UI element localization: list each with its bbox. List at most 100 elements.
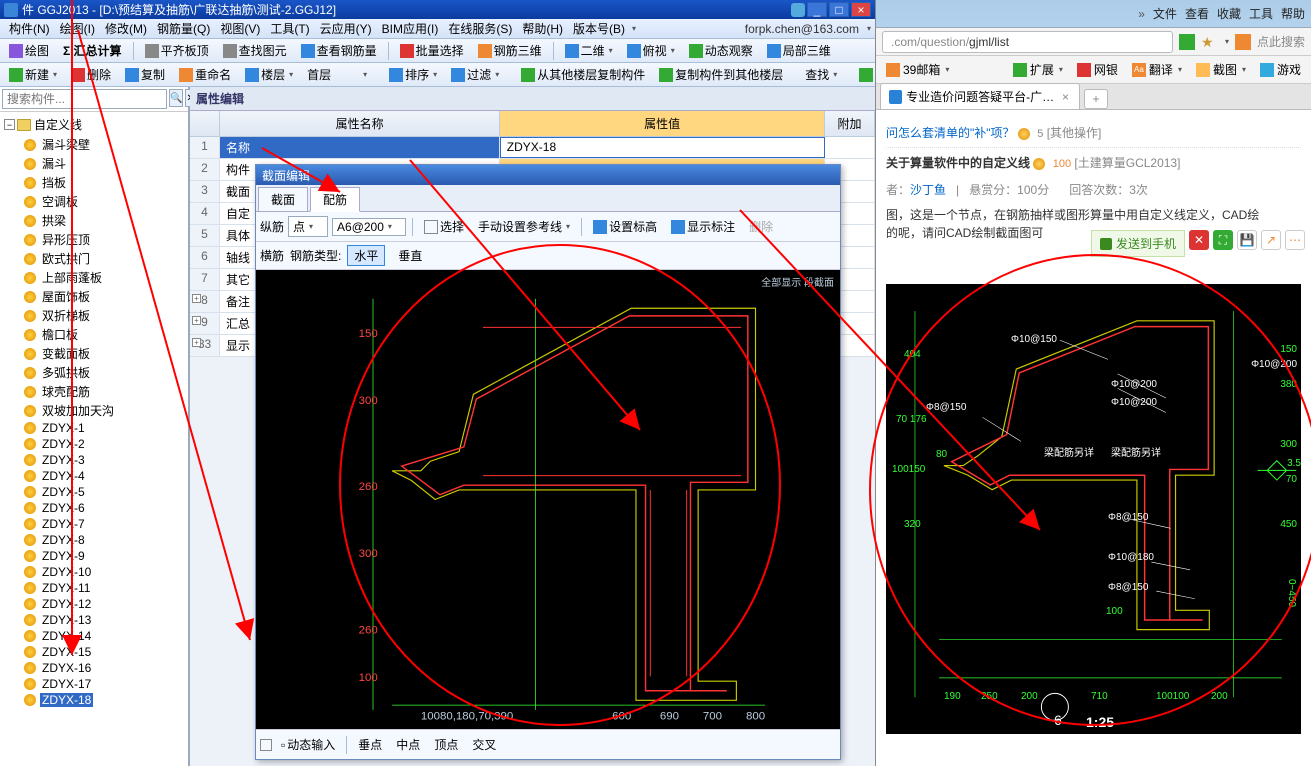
tree-item[interactable]: 双坡加加天沟 — [22, 401, 186, 420]
tb-delete[interactable]: 删除 — [66, 63, 116, 86]
tree-item[interactable]: ZDYX-16 — [22, 660, 186, 676]
tb-local-3d[interactable]: 局部三维 — [762, 39, 836, 62]
search-input[interactable] — [2, 89, 167, 109]
tb-new[interactable]: 新建▾ — [4, 63, 62, 86]
tb-2d[interactable]: 二维▾ — [560, 39, 618, 62]
ext-mail[interactable]: 39邮箱▾ — [882, 59, 953, 80]
rebar-spec-select[interactable]: A6@200▾ — [332, 218, 406, 236]
action-close[interactable]: ✕ — [1189, 230, 1209, 250]
address-bar[interactable]: .com/question/gjml/list — [882, 31, 1173, 53]
tb-rebar-qty[interactable]: 查看钢筋量 — [296, 39, 382, 62]
tb-move-up[interactable]: 上移 — [854, 63, 875, 86]
tb-rebar-3d[interactable]: 钢筋三维 — [473, 39, 547, 62]
tree-item[interactable]: ZDYX-12 — [22, 596, 186, 612]
ext-translate[interactable]: Aa翻译▾ — [1128, 59, 1186, 80]
action-save[interactable]: 💾 — [1237, 230, 1257, 250]
star-icon[interactable]: ★ — [1201, 34, 1217, 50]
tab-rebar[interactable]: 配筋 — [310, 187, 360, 212]
tree-item[interactable]: 漏斗梁壁 — [22, 135, 186, 154]
browser-tab[interactable]: 专业造价问题答疑平台-广联达 × — [880, 83, 1080, 109]
manual-ref-line[interactable]: 手动设置参考线▾ — [473, 215, 575, 238]
prop-value[interactable]: ZDYX-18 — [500, 137, 825, 158]
tree-item[interactable]: 变截面板 — [22, 344, 186, 363]
tree-item[interactable]: 球壳配筋 — [22, 382, 186, 401]
bh-fav[interactable]: 收藏 — [1217, 5, 1241, 22]
tb-copy-from[interactable]: 从其他楼层复制构件 — [516, 63, 650, 86]
new-tab-button[interactable]: + — [1084, 89, 1108, 109]
menu-view[interactable]: 视图(V) — [215, 18, 265, 39]
dynamic-input[interactable]: ▫ 动态输入 — [276, 733, 340, 756]
expand-icon[interactable]: − — [4, 119, 15, 130]
menu-modify[interactable]: 修改(M) — [100, 18, 152, 39]
ext-bank[interactable]: 网银 — [1073, 59, 1122, 80]
opt-vertical[interactable]: 垂直 — [391, 245, 429, 266]
tb-copy[interactable]: 复制 — [120, 63, 170, 86]
tb-orbit[interactable]: 动态观察 — [684, 39, 758, 62]
tree-item[interactable]: 空调板 — [22, 192, 186, 211]
tb-find[interactable]: 查找▾ — [800, 63, 842, 86]
menu-rebar[interactable]: 钢筋量(Q) — [152, 18, 215, 39]
tree-item[interactable]: ZDYX-10 — [22, 564, 186, 580]
chevron-icon[interactable]: » — [1138, 7, 1145, 21]
section-canvas[interactable]: 150 300 260 300 260 100 10080,180,70,390… — [256, 270, 840, 729]
menu-cloud[interactable]: 云应用(Y) — [315, 18, 377, 39]
ext-screenshot[interactable]: 截图▾ — [1192, 59, 1250, 80]
tb-first-floor[interactable]: 首层▾ — [302, 63, 372, 86]
tb-batch-select[interactable]: 批量选择 — [395, 39, 469, 62]
expand-icon[interactable]: + — [192, 294, 201, 303]
bh-view[interactable]: 查看 — [1185, 5, 1209, 22]
bh-file[interactable]: 文件 — [1153, 5, 1177, 22]
tree-item[interactable]: 挡板 — [22, 173, 186, 192]
tree-item[interactable]: ZDYX-13 — [22, 612, 186, 628]
menu-version[interactable]: 版本号(B) — [568, 18, 630, 39]
menu-help[interactable]: 帮助(H) — [517, 18, 568, 39]
search-button[interactable]: 🔍 — [169, 89, 183, 107]
tree-item[interactable]: ZDYX-7 — [22, 516, 186, 532]
select-tool[interactable]: 选择 — [419, 215, 469, 238]
user-email[interactable]: forpk.chen@163.com — [739, 22, 865, 36]
expand-icon[interactable]: + — [192, 316, 201, 325]
tree-root[interactable]: − 自定义线 — [2, 114, 186, 135]
menu-component[interactable]: 构件(N) — [4, 18, 55, 39]
lock-icon[interactable] — [1179, 34, 1195, 50]
tb-top-view[interactable]: 俯视▾ — [622, 39, 680, 62]
tree-item[interactable]: ZDYX-1 — [22, 420, 186, 436]
maximize-button[interactable]: □ — [829, 2, 849, 17]
tree-item[interactable]: ZDYX-15 — [22, 644, 186, 660]
close-button[interactable]: × — [851, 2, 871, 17]
long-rebar-type-select[interactable]: 点▾ — [288, 216, 328, 237]
tree-item[interactable]: ZDYX-5 — [22, 484, 186, 500]
author-link[interactable]: 沙丁鱼 — [910, 183, 946, 197]
tree-item[interactable]: 漏斗 — [22, 154, 186, 173]
tree-item[interactable]: 拱梁 — [22, 211, 186, 230]
send-to-phone-button[interactable]: 发送到手机 — [1091, 230, 1185, 257]
property-row[interactable]: 1名称ZDYX-18 — [190, 137, 875, 159]
qq-icon[interactable] — [791, 3, 805, 17]
tab-section[interactable]: 截面 — [258, 187, 308, 211]
menu-online[interactable]: 在线服务(S) — [443, 18, 517, 39]
tree-item[interactable]: 檐口板 — [22, 325, 186, 344]
menu-tools[interactable]: 工具(T) — [265, 18, 314, 39]
search-hint[interactable]: 点此搜索 — [1257, 33, 1305, 50]
tb-align-slab[interactable]: 平齐板顶 — [140, 39, 214, 62]
tree-item[interactable]: ZDYX-9 — [22, 548, 186, 564]
tb-filter[interactable]: 过滤▾ — [446, 63, 504, 86]
tab-close-button[interactable]: × — [1060, 90, 1071, 104]
set-elevation[interactable]: 设置标高 — [588, 215, 662, 238]
tb-rename[interactable]: 重命名 — [174, 63, 236, 86]
action-more[interactable]: ⋯ — [1285, 230, 1305, 250]
tree-item[interactable]: 双折梯板 — [22, 306, 186, 325]
tree-item[interactable]: 欧式拱门 — [22, 249, 186, 268]
tb-find-elem[interactable]: 查找图元 — [218, 39, 292, 62]
minimize-button[interactable]: _ — [807, 2, 827, 17]
opt-horizontal[interactable]: 水平 — [347, 245, 385, 266]
tree-item[interactable]: 屋面饰板 — [22, 287, 186, 306]
tree-item[interactable]: ZDYX-2 — [22, 436, 186, 452]
bh-tools[interactable]: 工具 — [1249, 5, 1273, 22]
bh-help[interactable]: 帮助 — [1281, 5, 1305, 22]
tb-draw[interactable]: 绘图 — [4, 39, 54, 62]
menu-draw[interactable]: 绘图(I) — [55, 18, 100, 39]
tree-item[interactable]: 多弧拱板 — [22, 363, 186, 382]
tb-sum[interactable]: Σ 汇总计算 — [58, 39, 127, 62]
tree-item[interactable]: 异形压顶 — [22, 230, 186, 249]
